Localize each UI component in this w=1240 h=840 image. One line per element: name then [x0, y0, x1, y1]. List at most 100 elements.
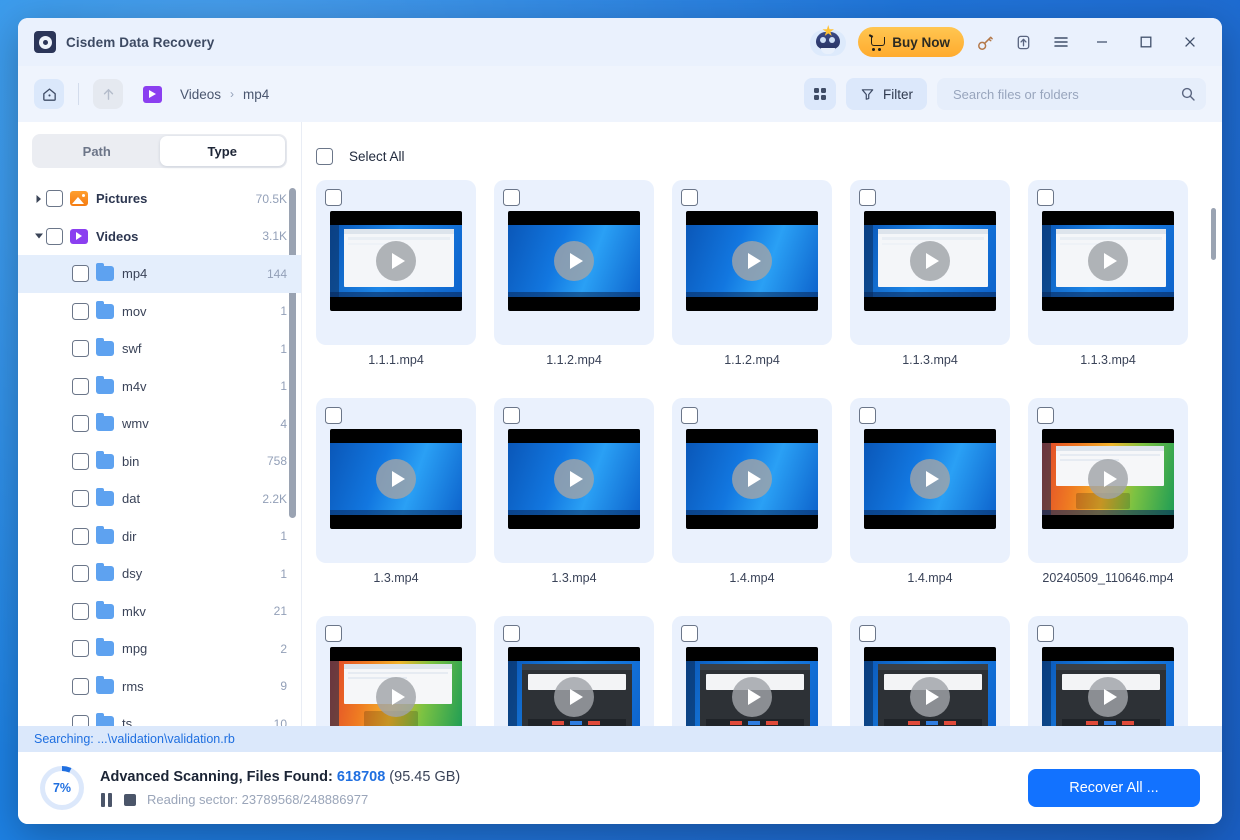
tree-item-checkbox[interactable] — [72, 565, 89, 583]
file-card-checkbox[interactable] — [859, 625, 876, 642]
file-card-checkbox[interactable] — [681, 407, 698, 424]
file-card[interactable]: 1.3.mp4 — [494, 398, 654, 585]
file-card-checkbox[interactable] — [859, 407, 876, 424]
grid-view-icon[interactable] — [804, 78, 836, 110]
close-icon[interactable] — [1170, 25, 1210, 59]
upload-box-icon[interactable] — [1006, 25, 1040, 59]
tree-item-m4v[interactable]: m4v 1 — [18, 368, 301, 406]
tab-path[interactable]: Path — [34, 136, 160, 166]
buy-now-button[interactable]: Buy Now — [858, 27, 964, 57]
file-card-checkbox[interactable] — [681, 625, 698, 642]
mascot-promo-icon[interactable] — [808, 24, 848, 60]
tree-item-checkbox[interactable] — [46, 190, 63, 208]
tree-item-checkbox[interactable] — [46, 227, 63, 245]
breadcrumb-item-mp4[interactable]: mp4 — [243, 87, 269, 102]
file-card[interactable]: 1.1.3.mp4 — [850, 180, 1010, 367]
file-card-checkbox[interactable] — [325, 407, 342, 424]
tree-item-ts[interactable]: ts 10 — [18, 705, 301, 726]
tree-item-checkbox[interactable] — [72, 640, 89, 658]
pause-icon[interactable] — [100, 792, 113, 807]
home-icon[interactable] — [34, 79, 64, 109]
tree-item-checkbox[interactable] — [72, 340, 89, 358]
tree-item-mpg[interactable]: mpg 2 — [18, 630, 301, 668]
search-input[interactable] — [951, 85, 1174, 103]
key-icon[interactable] — [968, 25, 1002, 59]
maximize-icon[interactable] — [1126, 25, 1166, 59]
play-icon[interactable] — [910, 677, 950, 717]
play-icon[interactable] — [910, 241, 950, 281]
file-card[interactable] — [850, 616, 1010, 726]
tree-item-Videos[interactable]: Videos 3.1K — [18, 218, 301, 256]
file-card-checkbox[interactable] — [325, 189, 342, 206]
tree-item-checkbox[interactable] — [72, 490, 89, 508]
file-card-checkbox[interactable] — [1037, 407, 1054, 424]
minimize-icon[interactable] — [1082, 25, 1122, 59]
play-icon[interactable] — [732, 677, 772, 717]
hamburger-menu-icon[interactable] — [1044, 25, 1078, 59]
file-card[interactable]: 1.1.2.mp4 — [494, 180, 654, 367]
play-icon[interactable] — [1088, 677, 1128, 717]
file-card[interactable]: 1.1.2.mp4 — [672, 180, 832, 367]
file-card-checkbox[interactable] — [503, 625, 520, 642]
chevron-right-icon[interactable] — [32, 194, 46, 204]
play-icon[interactable] — [732, 241, 772, 281]
tree-item-dat[interactable]: dat 2.2K — [18, 480, 301, 518]
play-icon[interactable] — [554, 677, 594, 717]
tree-item-mov[interactable]: mov 1 — [18, 293, 301, 331]
file-card[interactable]: 1.1.3.mp4 — [1028, 180, 1188, 367]
file-card-checkbox[interactable] — [1037, 189, 1054, 206]
file-card[interactable] — [1028, 616, 1188, 726]
file-card[interactable]: 1.4.mp4 — [672, 398, 832, 585]
file-card-checkbox[interactable] — [681, 189, 698, 206]
tree-item-swf[interactable]: swf 1 — [18, 330, 301, 368]
play-icon[interactable] — [376, 677, 416, 717]
tree-item-checkbox[interactable] — [72, 527, 89, 545]
file-card-checkbox[interactable] — [1037, 625, 1054, 642]
select-all-checkbox[interactable] — [316, 147, 333, 165]
chevron-down-icon[interactable] — [32, 232, 46, 240]
tab-type[interactable]: Type — [159, 136, 285, 166]
file-card[interactable]: 1.3.mp4 — [316, 398, 476, 585]
tree-item-checkbox[interactable] — [72, 677, 89, 695]
file-card[interactable] — [672, 616, 832, 726]
file-card-checkbox[interactable] — [503, 407, 520, 424]
tree-item-checkbox[interactable] — [72, 415, 89, 433]
tree-item-dsy[interactable]: dsy 1 — [18, 555, 301, 593]
search-icon[interactable] — [1180, 86, 1196, 102]
play-icon[interactable] — [554, 241, 594, 281]
tree-item-checkbox[interactable] — [72, 602, 89, 620]
play-icon[interactable] — [554, 459, 594, 499]
tree-item-Pictures[interactable]: Pictures 70.5K — [18, 180, 301, 218]
file-card[interactable]: 1.1.1.mp4 — [316, 180, 476, 367]
play-icon[interactable] — [1088, 241, 1128, 281]
file-card[interactable]: 20240509_110646.mp4 — [1028, 398, 1188, 585]
tree-item-checkbox[interactable] — [72, 265, 89, 283]
play-icon[interactable] — [910, 459, 950, 499]
filter-button[interactable]: Filter — [846, 78, 927, 110]
play-icon[interactable] — [376, 459, 416, 499]
search-box[interactable] — [937, 78, 1206, 110]
grid-scrollbar-thumb[interactable] — [1211, 208, 1216, 260]
tree-item-bin[interactable]: bin 758 — [18, 443, 301, 481]
tree-item-mkv[interactable]: mkv 21 — [18, 593, 301, 631]
tree-item-checkbox[interactable] — [72, 377, 89, 395]
file-card[interactable]: 1.4.mp4 — [850, 398, 1010, 585]
play-icon[interactable] — [376, 241, 416, 281]
tree-item-rms[interactable]: rms 9 — [18, 668, 301, 706]
tree-item-checkbox[interactable] — [72, 715, 89, 726]
file-card-checkbox[interactable] — [859, 189, 876, 206]
tree-item-checkbox[interactable] — [72, 452, 89, 470]
tree-item-wmv[interactable]: wmv 4 — [18, 405, 301, 443]
play-icon[interactable] — [732, 459, 772, 499]
file-card-checkbox[interactable] — [503, 189, 520, 206]
tree-item-mp4[interactable]: mp4 144 — [18, 255, 301, 293]
tree-item-dir[interactable]: dir 1 — [18, 518, 301, 556]
file-card[interactable] — [316, 616, 476, 726]
tree-item-checkbox[interactable] — [72, 302, 89, 320]
select-all-row[interactable]: Select All — [302, 122, 1222, 180]
play-icon[interactable] — [1088, 459, 1128, 499]
recover-all-button[interactable]: Recover All ... — [1028, 769, 1200, 807]
file-card-checkbox[interactable] — [325, 625, 342, 642]
file-card[interactable] — [494, 616, 654, 726]
arrow-up-icon[interactable] — [93, 79, 123, 109]
